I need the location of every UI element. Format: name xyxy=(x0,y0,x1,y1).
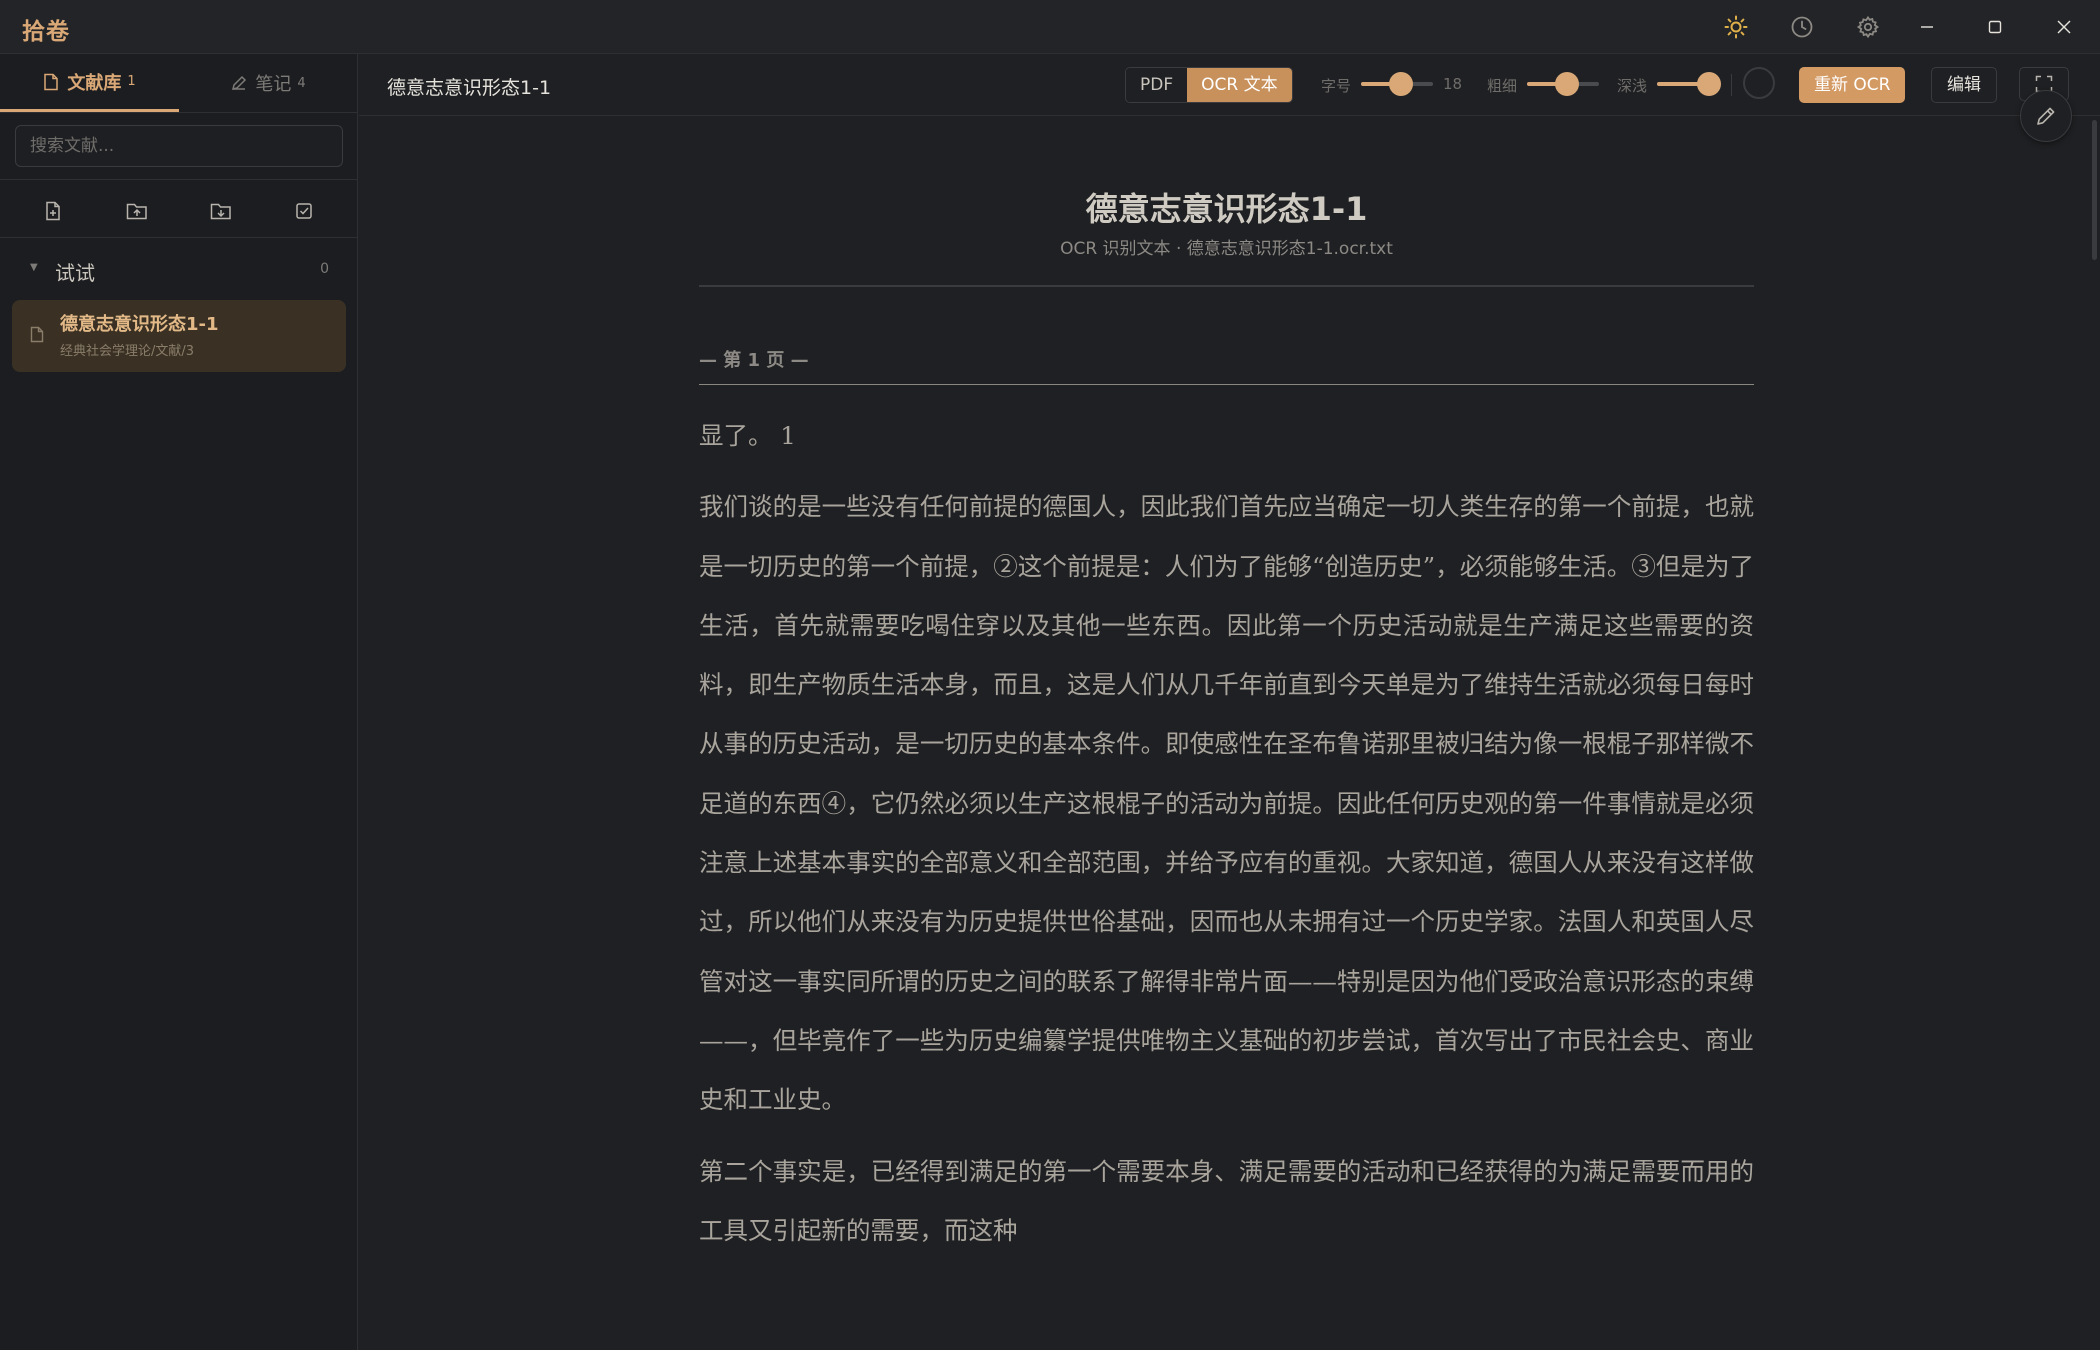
document-view: 德意志意识形态1-1 OCR 识别文本 · 德意志意识形态1-1.ocr.txt… xyxy=(359,116,2100,1350)
shade-label: 深浅 xyxy=(1617,77,1648,95)
view-ocr-button[interactable]: OCR 文本 xyxy=(1187,68,1292,102)
view-pdf-button[interactable]: PDF xyxy=(1126,68,1188,102)
tab-library-label: 文献库 xyxy=(67,72,122,94)
document-icon xyxy=(44,73,59,90)
slider-handle[interactable] xyxy=(1697,72,1722,96)
divider xyxy=(0,179,357,180)
tab-library[interactable]: 文献库 1 xyxy=(0,54,179,112)
scrollbar[interactable] xyxy=(2092,120,2097,260)
minimize-button[interactable] xyxy=(1893,0,1961,54)
download-folder-button[interactable] xyxy=(201,191,241,231)
pen-icon xyxy=(232,75,247,91)
tab-notes-count: 4 xyxy=(297,75,306,91)
sidebar: 文献库 1 笔记 4 ▼ 试试 0 xyxy=(0,54,358,1350)
slider-handle[interactable] xyxy=(1388,72,1413,96)
slider-handle[interactable] xyxy=(1554,72,1579,96)
document-toolbar: 德意志意识形态1-1 PDF OCR 文本 字号 18 粗细 深浅 重新 OCR… xyxy=(359,54,2100,116)
divider xyxy=(0,237,357,238)
divider xyxy=(699,384,1754,385)
paragraph: 我们谈的是一些没有任何前提的德国人，因此我们首先应当确定一切人类生存的第一个前提… xyxy=(699,492,1754,1115)
reocr-button[interactable]: 重新 OCR xyxy=(1799,67,1906,103)
sidebar-tabs: 文献库 1 笔记 4 xyxy=(0,54,357,113)
tab-library-count: 1 xyxy=(127,74,136,89)
document-heading: 德意志意识形态1-1 xyxy=(1085,190,1368,228)
divider xyxy=(699,285,1754,287)
folder-row[interactable]: ▼ 试试 0 xyxy=(0,249,357,291)
ocr-text: 显了。 1 我们谈的是一些没有任何前提的德国人，因此我们首先应当确定一切人类生存… xyxy=(699,406,1754,1272)
chevron-down-icon: ▼ xyxy=(30,262,38,273)
divider xyxy=(1731,74,1732,96)
edit-button[interactable]: 编辑 xyxy=(1931,67,1997,103)
shade-slider[interactable] xyxy=(1657,72,1722,96)
upload-folder-button[interactable] xyxy=(117,191,157,231)
maximize-button[interactable] xyxy=(1961,0,2029,54)
folder-count: 0 xyxy=(320,261,329,277)
select-mode-button[interactable] xyxy=(284,191,324,231)
document-list-item[interactable]: 德意志意识形态1-1 经典社会学理论/文献/3 xyxy=(12,300,346,372)
view-mode-toggle: PDF OCR 文本 xyxy=(1125,67,1293,103)
font-size-value: 18 xyxy=(1443,75,1463,93)
document-meta: OCR 识别文本 · 德意志意识形态1-1.ocr.txt xyxy=(1060,239,1393,259)
document-title: 德意志意识形态1-1 xyxy=(60,314,219,335)
color-picker-button[interactable] xyxy=(1743,67,1775,99)
title-bar: 拾卷 xyxy=(0,0,2100,54)
folder-name: 试试 xyxy=(55,261,95,285)
app-title: 拾卷 xyxy=(22,19,70,45)
gear-icon[interactable] xyxy=(1854,13,1882,41)
tab-notes-label: 笔记 xyxy=(255,74,292,95)
search-input[interactable] xyxy=(15,125,343,167)
current-document-name: 德意志意识形态1-1 xyxy=(387,77,552,99)
close-button[interactable] xyxy=(2030,0,2098,54)
sun-icon[interactable] xyxy=(1722,13,1750,41)
upload-folder-icon xyxy=(126,203,147,220)
tab-notes[interactable]: 笔记 4 xyxy=(179,54,358,112)
paragraph: 第二个事实是，已经得到满足的第一个需要本身、满足需要的活动和已经获得的为满足需要… xyxy=(699,1156,1754,1245)
import-file-icon xyxy=(46,201,60,221)
page-marker: — 第 1 页 — xyxy=(699,350,809,371)
font-size-label: 字号 xyxy=(1321,77,1352,95)
font-size-slider[interactable] xyxy=(1361,72,1433,96)
weight-slider[interactable] xyxy=(1527,72,1599,96)
weight-label: 粗细 xyxy=(1487,77,1518,95)
checkbox-icon xyxy=(296,203,312,219)
clock-icon[interactable] xyxy=(1788,13,1816,41)
import-file-button[interactable] xyxy=(33,191,73,231)
download-folder-icon xyxy=(210,203,231,220)
paragraph: 显了。 1 xyxy=(699,421,796,450)
document-icon xyxy=(30,326,44,343)
document-path: 经典社会学理论/文献/3 xyxy=(60,344,195,359)
